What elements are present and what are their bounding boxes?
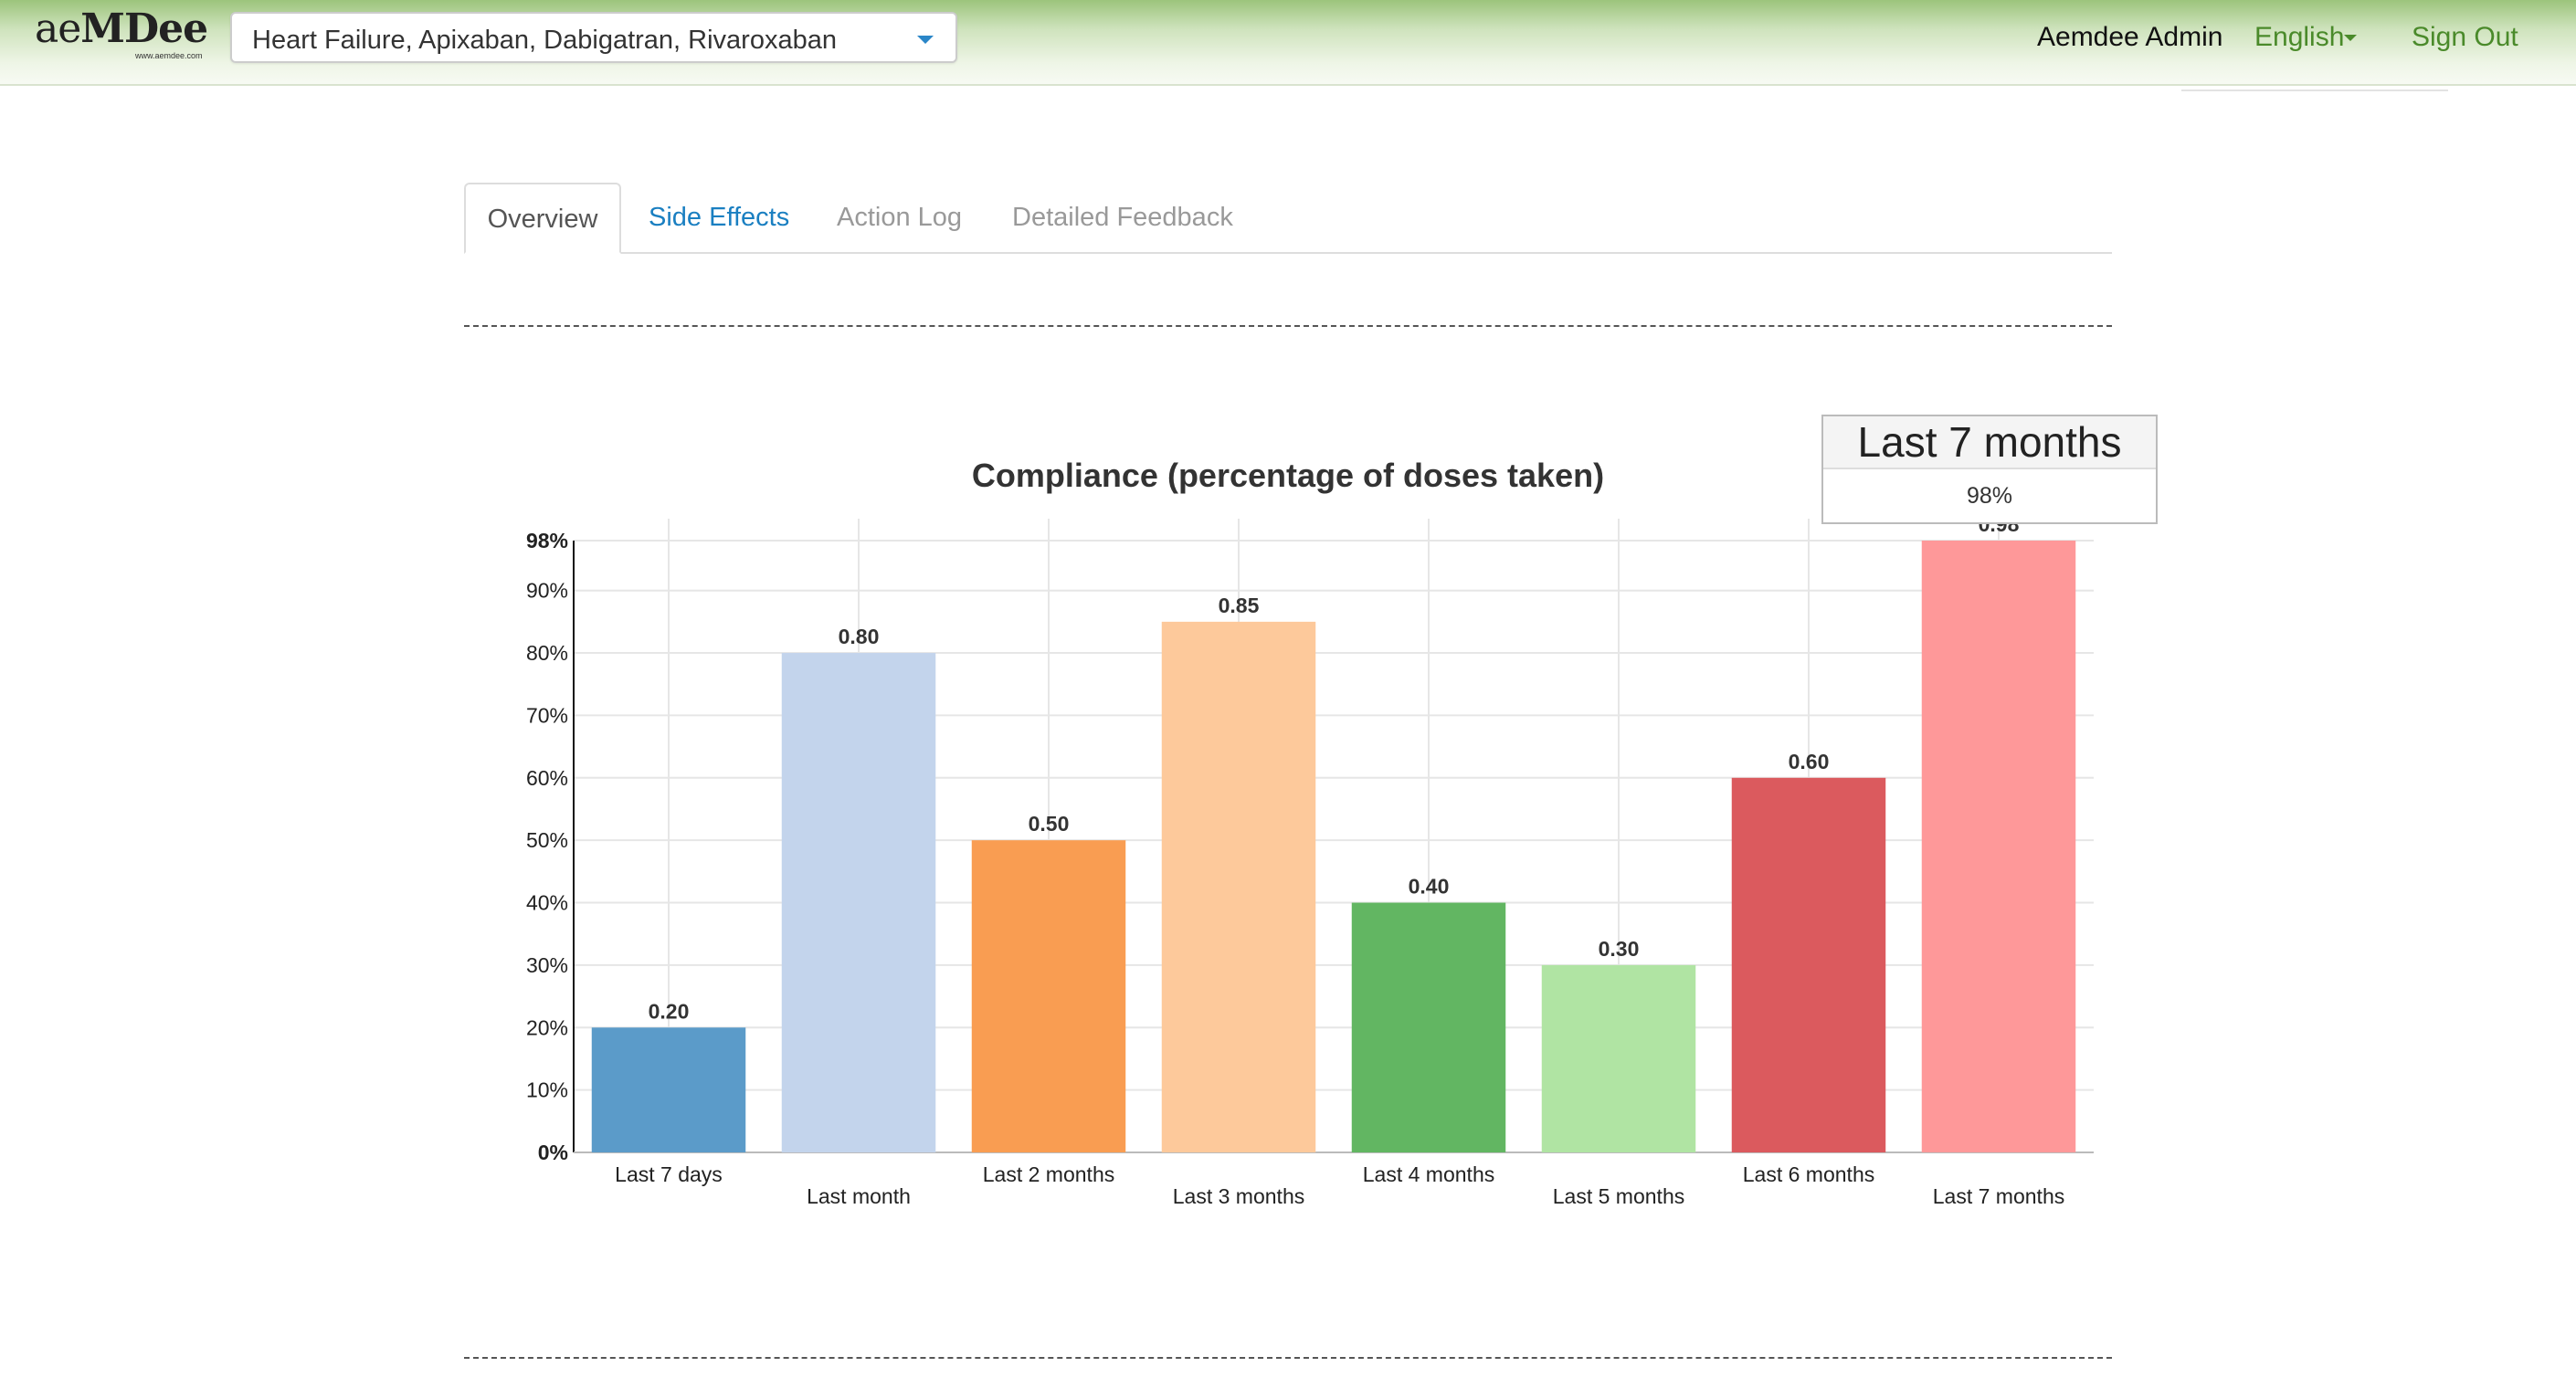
x-tick-label: Last 7 days bbox=[615, 1162, 723, 1186]
y-tick-label: 50% bbox=[526, 828, 568, 852]
bar-value-label: 0.40 bbox=[1409, 875, 1450, 899]
y-tick-label: 30% bbox=[526, 953, 568, 977]
chart-tooltip: Last 7 months 98% bbox=[1821, 415, 2158, 524]
x-tick-label: Last 7 months bbox=[1933, 1184, 2064, 1208]
y-tick-label: 98% bbox=[526, 529, 568, 552]
section-divider-bottom bbox=[464, 1357, 2112, 1359]
bar-value-label: 0.30 bbox=[1599, 937, 1640, 961]
y-tick-label: 60% bbox=[526, 766, 568, 790]
compliance-bar-chart: 0% 10% 20% 30% 40% 50% 60% 70% 80% 90% 98% 0.20 Last… bbox=[526, 512, 2094, 1208]
bar-4 bbox=[1161, 621, 1316, 1152]
bar-1 bbox=[591, 1027, 746, 1152]
y-tick-label: 10% bbox=[526, 1078, 568, 1102]
tooltip-title: Last 7 months bbox=[1823, 416, 2156, 469]
bar-3 bbox=[971, 840, 1126, 1152]
x-tick-label: Last 2 months bbox=[983, 1162, 1114, 1186]
bar-value-label: 0.20 bbox=[649, 999, 690, 1023]
x-tick-label: Last 4 months bbox=[1363, 1162, 1494, 1186]
y-tick-label: 20% bbox=[526, 1015, 568, 1039]
y-tick-label: 40% bbox=[526, 891, 568, 915]
tooltip-value: 98% bbox=[1966, 483, 2013, 509]
x-tick-label: Last 5 months bbox=[1553, 1184, 1684, 1208]
bar-value-label: 0.60 bbox=[1789, 750, 1830, 773]
bar-8 bbox=[1921, 541, 2076, 1152]
bar-2 bbox=[781, 653, 936, 1152]
y-tick-label: 70% bbox=[526, 703, 568, 727]
y-tick-label: 0% bbox=[538, 1141, 568, 1164]
bar-7 bbox=[1731, 777, 1886, 1152]
bar-value-label: 0.80 bbox=[839, 625, 880, 648]
x-tick-label: Last 3 months bbox=[1173, 1184, 1304, 1208]
bar-value-label: 0.85 bbox=[1219, 594, 1260, 617]
y-tick-label: 90% bbox=[526, 579, 568, 603]
bar-6 bbox=[1541, 964, 1696, 1152]
bar-5 bbox=[1351, 902, 1506, 1152]
y-tick-label: 80% bbox=[526, 641, 568, 665]
x-tick-label: Last 6 months bbox=[1743, 1162, 1874, 1186]
x-tick-label: Last month bbox=[807, 1184, 911, 1208]
bar-value-label: 0.50 bbox=[1029, 812, 1070, 836]
